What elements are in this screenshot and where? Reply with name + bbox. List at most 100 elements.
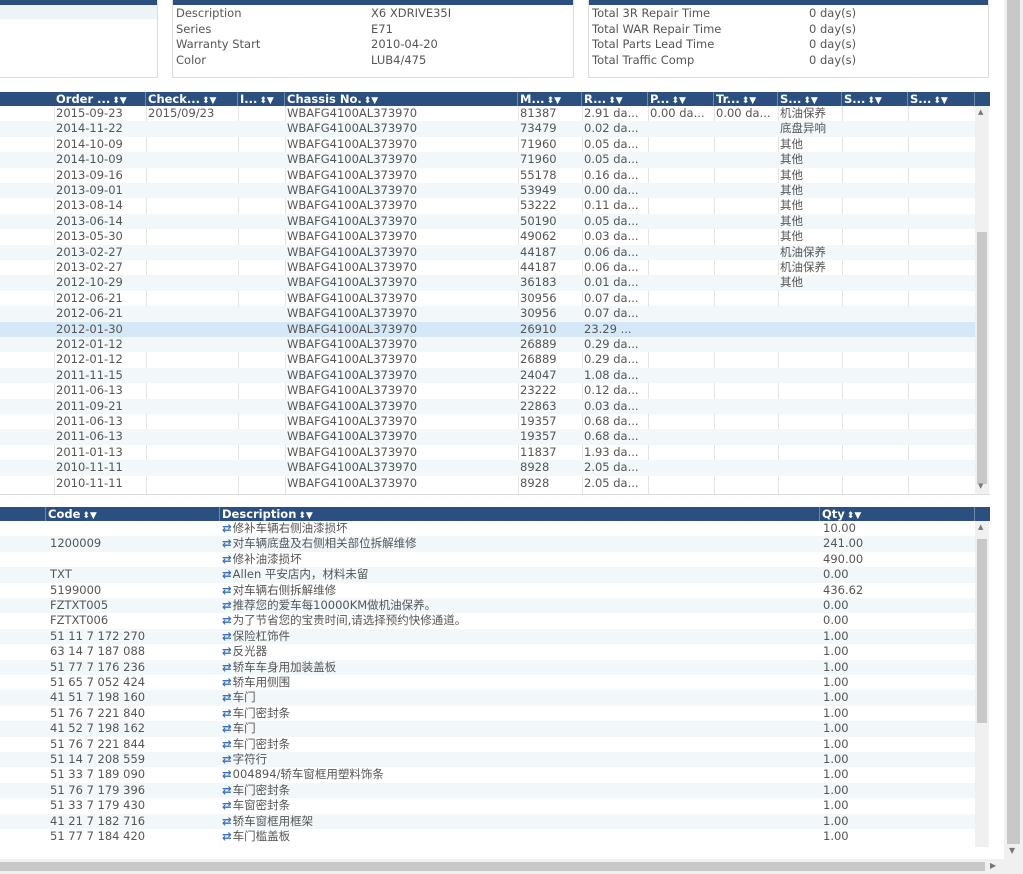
swap-icon[interactable]: ⇄ — [222, 552, 232, 566]
parts-column-header[interactable]: Description ⬍▼ — [220, 507, 820, 521]
table-row[interactable]: 51 65 7 052 424 ⇄轿车用侧围 1.00 — [0, 675, 975, 690]
table-row[interactable]: 41 51 7 198 160 ⇄车门 1.00 — [0, 690, 975, 706]
table-row[interactable]: FZTXT005 ⇄推荐您的爱车每10000KM做机油保养。 0.00 — [0, 598, 975, 614]
table-row[interactable]: 51 14 7 208 559 ⇄字符行 1.00 — [0, 752, 975, 768]
sort-filter-icon[interactable]: ⬍▼ — [202, 96, 216, 106]
table-row[interactable]: ⇄修补车辆右侧油漆损坏 10.00 — [0, 521, 975, 536]
scroll-up-icon[interactable]: ▲ — [978, 108, 983, 116]
page-vertical-scrollbar[interactable]: ▼ — [1004, 0, 1023, 874]
swap-icon[interactable]: ⇄ — [222, 598, 232, 612]
swap-icon[interactable]: ⇄ — [222, 783, 232, 797]
scroll-up-icon[interactable]: ▲ — [978, 523, 983, 531]
table-row[interactable]: 51 76 7 221 840 ⇄车门密封条 1.00 — [0, 706, 975, 721]
table-row[interactable]: 51 77 7 176 236 ⇄轿车车身用加装盖板 1.00 — [0, 659, 975, 675]
swap-icon[interactable]: ⇄ — [222, 706, 232, 720]
orders-column-header[interactable]: R... ⬍▼ — [582, 92, 648, 106]
orders-column-header[interactable]: I... ⬍▼ — [238, 92, 285, 106]
table-row[interactable]: 1200009 ⇄对车辆底盘及右侧相关部位拆解维修 241.00 — [0, 536, 975, 552]
swap-icon[interactable]: ⇄ — [222, 737, 232, 751]
orders-scrollbar[interactable]: ▲ ▼ — [975, 106, 989, 494]
orders-column-header[interactable]: Tr... ⬍▼ — [714, 92, 778, 106]
orders-column-header[interactable]: S... ⬍▼ — [778, 92, 842, 106]
table-row[interactable]: 2011-06-13 WBAFG4100AL373970 19357 0.68 da.… — [0, 414, 975, 429]
swap-icon[interactable]: ⇄ — [222, 521, 232, 535]
table-row[interactable]: 2014-10-09 WBAFG4100AL373970 71960 0.05 da.… — [0, 152, 975, 168]
table-row[interactable]: ⇄修补油漆损坏 490.00 — [0, 552, 975, 567]
table-row[interactable]: 2012-01-12 WBAFG4100AL373970 26889 0.29 da.… — [0, 352, 975, 367]
swap-icon[interactable]: ⇄ — [222, 536, 232, 550]
page-horizontal-scrollbar[interactable]: ▶ — [0, 859, 1004, 874]
parts-column-header[interactable]: Qty ⬍▼ — [820, 507, 975, 521]
sort-filter-icon[interactable]: ⬍▼ — [742, 96, 756, 106]
table-row[interactable]: 63 14 7 187 088 ⇄反光器 1.00 — [0, 644, 975, 659]
swap-icon[interactable]: ⇄ — [222, 583, 232, 597]
table-row[interactable]: 2012-01-30 WBAFG4100AL373970 26910 23.29 ..… — [0, 321, 975, 337]
table-row[interactable]: 41 52 7 198 162 ⇄车门 1.00 — [0, 721, 975, 737]
table-row[interactable]: 2015-09-23 2015/09/23 WBAFG4100AL373970 813… — [0, 106, 975, 121]
scroll-right-icon[interactable]: ▶ — [990, 861, 996, 870]
swap-icon[interactable]: ⇄ — [222, 829, 232, 843]
swap-icon[interactable]: ⇄ — [222, 644, 232, 658]
table-row[interactable]: 2010-11-11 WBAFG4100AL373970 8928 2.05 da..… — [0, 460, 975, 476]
sort-filter-icon[interactable]: ⬍▼ — [547, 96, 561, 106]
table-row[interactable]: 2010-11-11 WBAFG4100AL373970 8928 2.05 da..… — [0, 476, 975, 491]
table-row[interactable]: 2014-11-22 WBAFG4100AL373970 73479 0.02 da.… — [0, 121, 975, 137]
table-row[interactable]: 2013-05-30 WBAFG4100AL373970 49062 0.03 da.… — [0, 229, 975, 244]
table-row[interactable]: 2013-06-14 WBAFG4100AL373970 50190 0.05 da.… — [0, 213, 975, 230]
table-row[interactable]: 51 76 7 221 844 ⇄车门密封条 1.00 — [0, 737, 975, 752]
table-row[interactable]: 2011-06-13 WBAFG4100AL373970 23222 0.12 da.… — [0, 383, 975, 398]
table-row[interactable]: 2014-10-09 WBAFG4100AL373970 71960 0.05 da.… — [0, 137, 975, 152]
page-hscroll-thumb[interactable] — [0, 862, 985, 871]
swap-icon[interactable]: ⇄ — [222, 613, 232, 627]
scroll-down-icon[interactable]: ▼ — [1009, 846, 1015, 855]
table-row[interactable]: 2011-01-13 WBAFG4100AL373970 11837 1.93 da.… — [0, 445, 975, 460]
table-row[interactable]: 2013-02-27 WBAFG4100AL373970 44187 0.06 da.… — [0, 244, 975, 260]
swap-icon[interactable]: ⇄ — [222, 675, 232, 689]
table-row[interactable]: 51 33 7 189 090 ⇄004894/轿车窗框用塑料饰条 1.00 — [0, 767, 975, 782]
table-row[interactable]: 2013-02-27 WBAFG4100AL373970 44187 0.06 da.… — [0, 260, 975, 275]
table-row[interactable]: 2013-09-01 WBAFG4100AL373970 53949 0.00 da.… — [0, 183, 975, 199]
orders-column-header[interactable]: Order ... ⬍▼ — [54, 92, 146, 106]
sort-filter-icon[interactable]: ⬍▼ — [847, 511, 861, 521]
swap-icon[interactable]: ⇄ — [222, 721, 232, 735]
table-row[interactable]: 51 11 7 172 270 ⇄保险杠饰件 1.00 — [0, 628, 975, 645]
orders-column-header[interactable]: P... ⬍▼ — [648, 92, 714, 106]
parts-column-header[interactable]: Code ⬍▼ — [46, 507, 220, 521]
orders-scroll-thumb[interactable] — [977, 232, 987, 484]
table-row[interactable]: FZTXT006 ⇄为了节省您的宝贵时间,请选择预约快修通道。 0.00 — [0, 613, 975, 628]
orders-column-header[interactable]: S... ⬍▼ — [908, 92, 975, 106]
sort-filter-icon[interactable]: ⬍▼ — [933, 96, 947, 106]
table-row[interactable]: 51 76 7 179 396 ⇄车门密封条 1.00 — [0, 782, 975, 799]
table-row[interactable]: 51 33 7 179 430 ⇄车窗密封条 1.00 — [0, 798, 975, 813]
table-row[interactable]: 2012-10-29 WBAFG4100AL373970 36183 0.01 da.… — [0, 275, 975, 291]
sort-filter-icon[interactable]: ⬍▼ — [803, 96, 817, 106]
sort-filter-icon[interactable]: ⬍▼ — [112, 96, 126, 106]
orders-column-header[interactable]: M... ⬍▼ — [518, 92, 582, 106]
sort-filter-icon[interactable]: ⬍▼ — [82, 511, 96, 521]
sort-filter-icon[interactable]: ⬍▼ — [608, 96, 622, 106]
sort-filter-icon[interactable]: ⬍▼ — [867, 96, 881, 106]
page-scroll-thumb[interactable] — [1007, 0, 1020, 844]
table-row[interactable]: 2011-06-13 WBAFG4100AL373970 19357 0.68 da.… — [0, 429, 975, 445]
table-row[interactable]: 2012-06-21 WBAFG4100AL373970 30956 0.07 da.… — [0, 291, 975, 306]
orders-column-header[interactable]: Chassis No. ⬍▼ — [285, 92, 518, 106]
table-row[interactable]: 51 77 7 184 420 ⇄车门槛盖板 1.00 — [0, 829, 975, 844]
swap-icon[interactable]: ⇄ — [222, 660, 232, 674]
swap-icon[interactable]: ⇄ — [222, 567, 232, 581]
table-row[interactable]: TXT ⇄Allen 平安店内，材料未留 0.00 — [0, 567, 975, 583]
swap-icon[interactable]: ⇄ — [222, 798, 232, 812]
orders-column-header[interactable]: S... ⬍▼ — [842, 92, 908, 106]
sort-filter-icon[interactable]: ⬍▼ — [298, 511, 312, 521]
parts-column-header[interactable] — [0, 507, 46, 521]
sort-filter-icon[interactable]: ⬍▼ — [671, 96, 685, 106]
table-row[interactable]: 2012-01-12 WBAFG4100AL373970 26889 0.29 da.… — [0, 337, 975, 353]
parts-scrollbar[interactable]: ▲ — [975, 521, 989, 847]
swap-icon[interactable]: ⇄ — [222, 814, 232, 828]
table-row[interactable]: 2013-08-14 WBAFG4100AL373970 53222 0.11 da.… — [0, 198, 975, 213]
swap-icon[interactable]: ⇄ — [222, 690, 232, 704]
table-row[interactable]: 41 21 7 182 716 ⇄轿车窗框用框架 1.00 — [0, 813, 975, 829]
table-row[interactable]: 2011-11-15 WBAFG4100AL373970 24047 1.08 da.… — [0, 367, 975, 384]
table-row[interactable]: 2011-09-21 WBAFG4100AL373970 22863 0.03 da.… — [0, 398, 975, 414]
sort-filter-icon[interactable]: ⬍▼ — [259, 96, 273, 106]
sort-filter-icon[interactable]: ⬍▼ — [364, 96, 378, 106]
